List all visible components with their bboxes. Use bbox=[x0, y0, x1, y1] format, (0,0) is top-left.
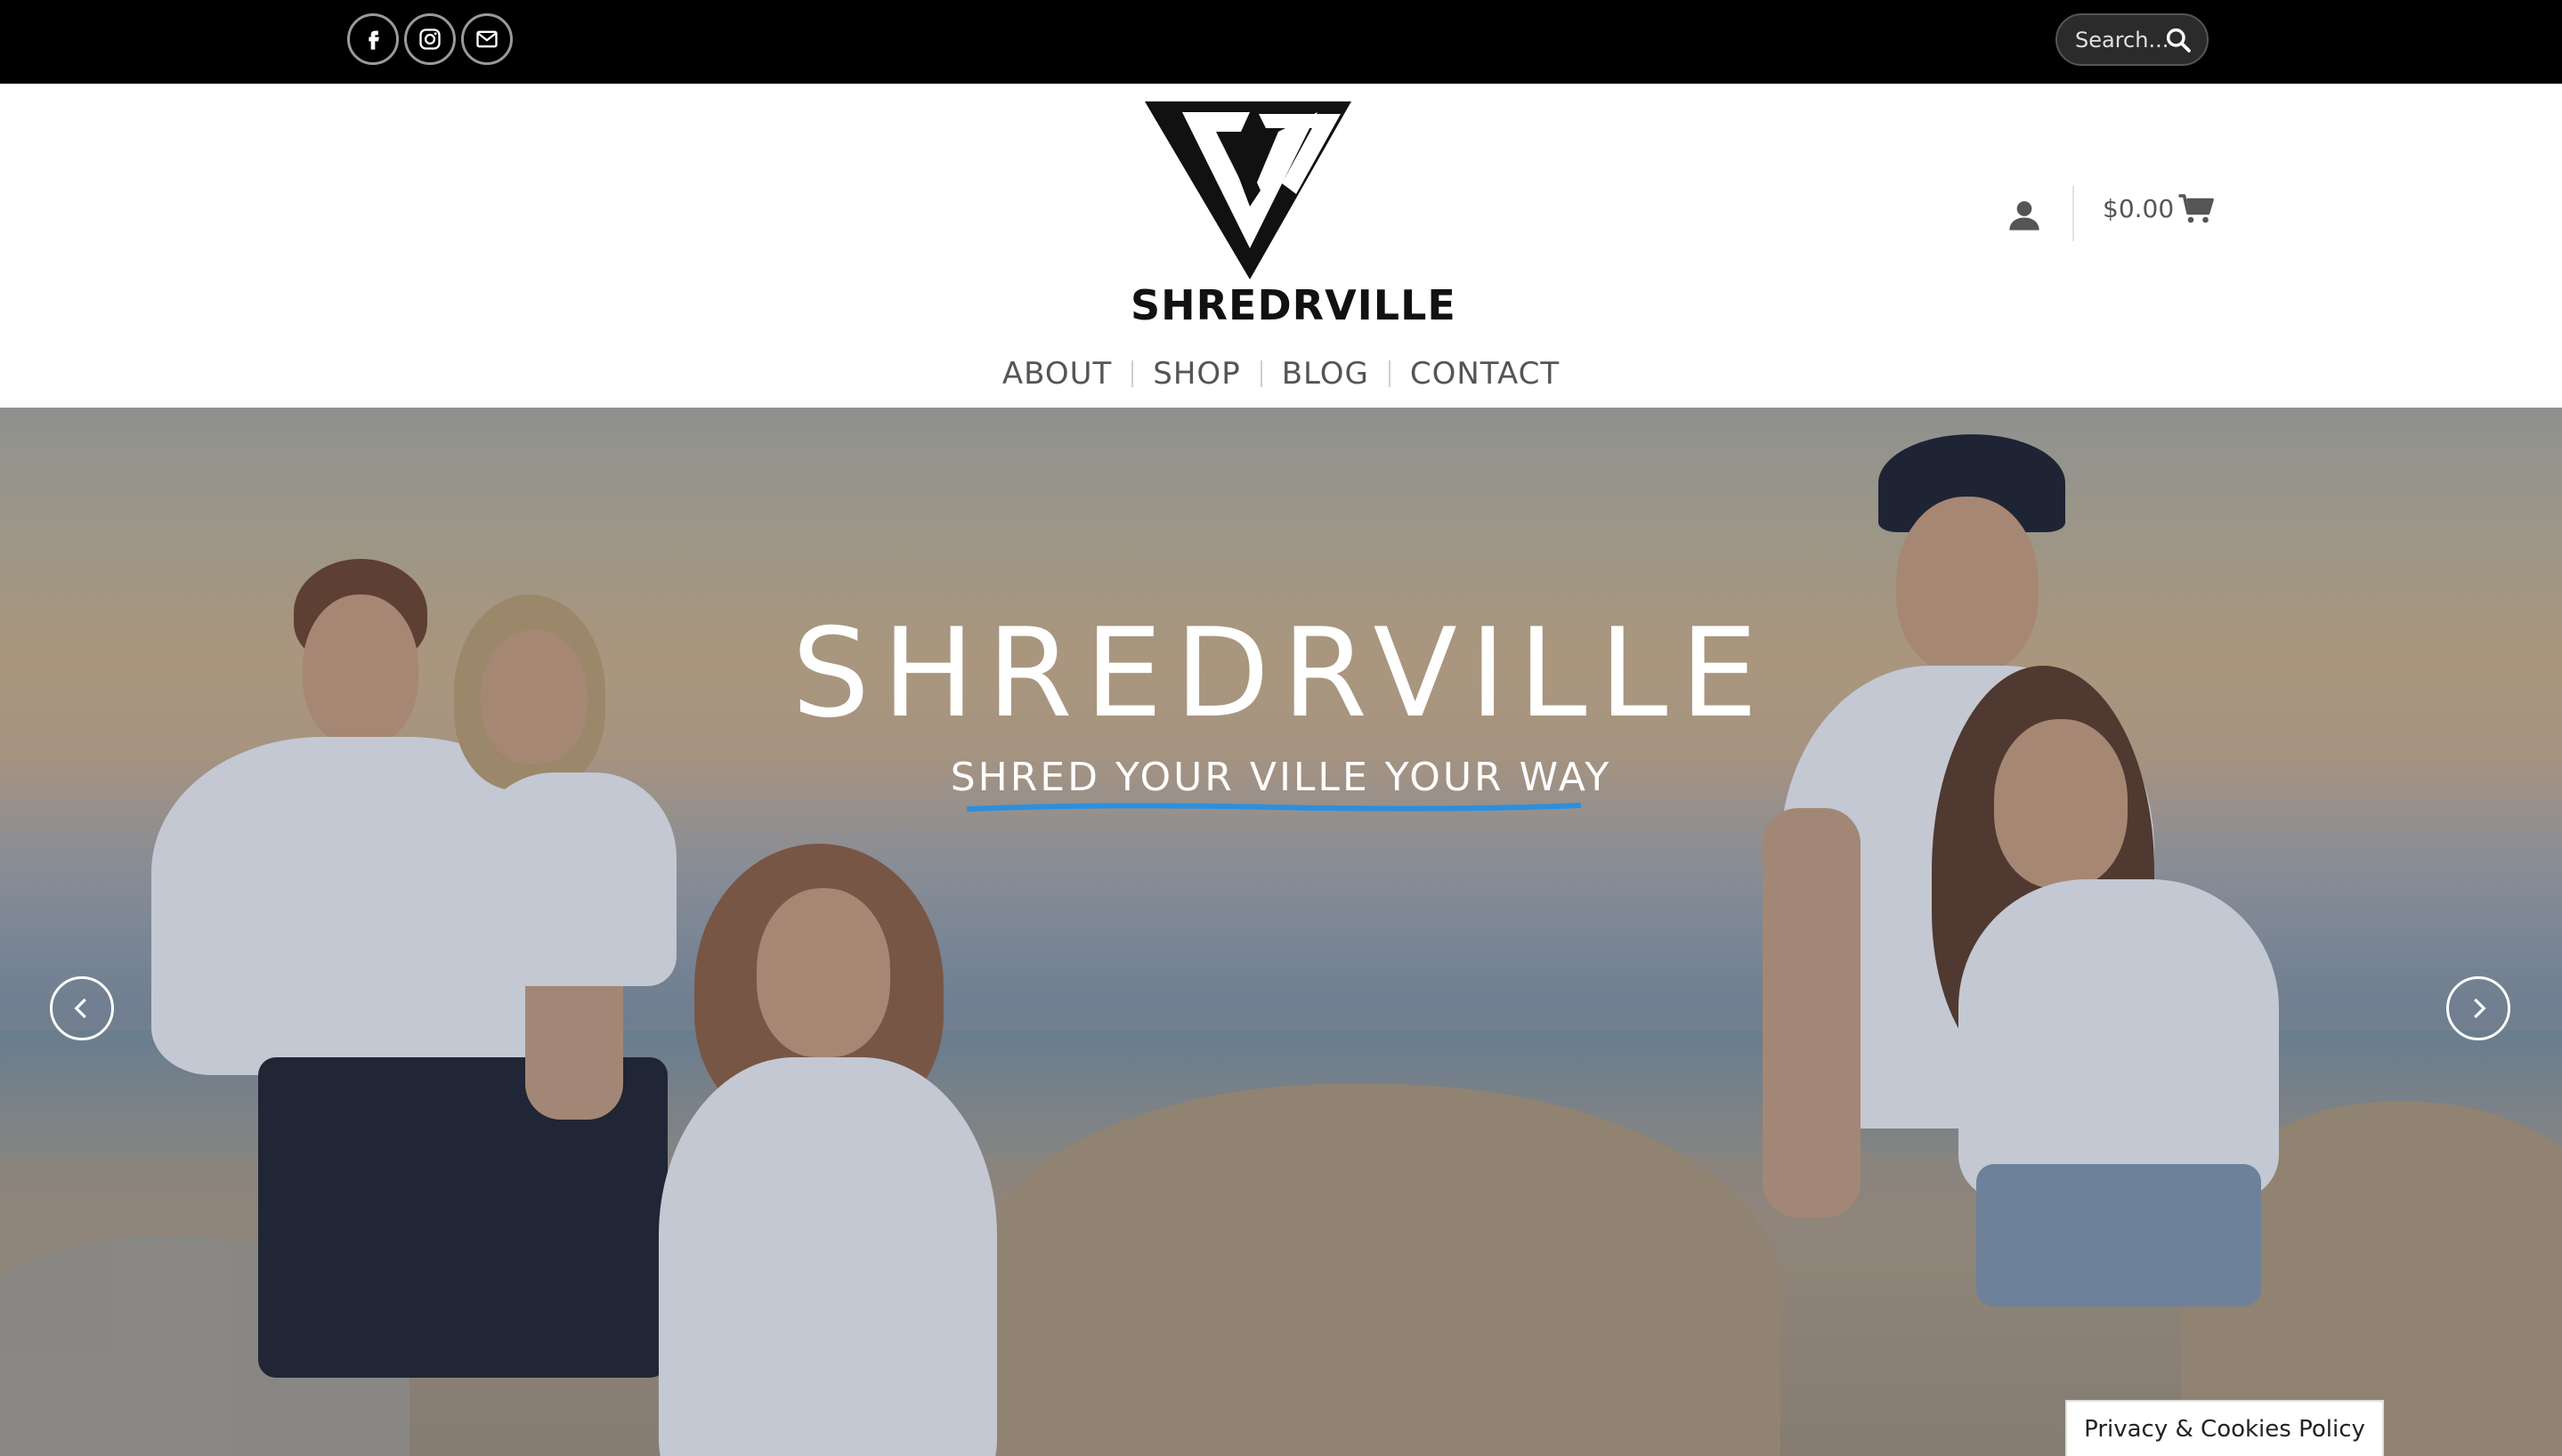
nav-about[interactable]: ABOUT bbox=[983, 356, 1131, 392]
hero-slider: SHREDRVILLE SHRED YOUR VILLE YOUR WAY bbox=[0, 408, 2562, 1456]
main-nav: ABOUT SHOP BLOG CONTACT bbox=[0, 356, 2562, 392]
slider-next-button[interactable] bbox=[2446, 976, 2510, 1040]
nav-contact[interactable]: CONTACT bbox=[1390, 356, 1579, 392]
hero-overlay bbox=[0, 408, 2562, 1456]
email-icon[interactable] bbox=[461, 13, 513, 65]
search-icon[interactable] bbox=[2164, 26, 2193, 54]
cart-icon[interactable] bbox=[2177, 192, 2215, 226]
nav-blog[interactable]: BLOG bbox=[1262, 356, 1389, 392]
site-header: SHREDRVILLE $0.00 ABOUT SHOP BLOG CONTAC… bbox=[0, 84, 2562, 408]
user-icon[interactable] bbox=[2007, 198, 2042, 233]
cookie-policy-button[interactable]: Privacy & Cookies Policy bbox=[2065, 1400, 2384, 1456]
cart-total[interactable]: $0.00 bbox=[2103, 194, 2174, 223]
top-bar bbox=[0, 0, 2562, 84]
nav-shop[interactable]: SHOP bbox=[1133, 356, 1260, 392]
slider-prev-button[interactable] bbox=[50, 976, 114, 1040]
chevron-right-icon bbox=[2474, 998, 2486, 1019]
search-box bbox=[2055, 13, 2209, 66]
search-input[interactable] bbox=[2075, 27, 2173, 53]
chevron-left-icon bbox=[74, 998, 86, 1019]
facebook-icon[interactable] bbox=[347, 13, 399, 65]
hero-underline bbox=[967, 803, 1581, 812]
hero-title: SHREDRVILLE bbox=[791, 602, 1771, 745]
header-divider bbox=[2072, 186, 2074, 241]
instagram-icon[interactable] bbox=[404, 13, 456, 65]
logo-wordmark: SHREDRVILLE bbox=[1131, 281, 1456, 329]
hero-subtitle: SHRED YOUR VILLE YOUR WAY bbox=[950, 755, 1612, 800]
